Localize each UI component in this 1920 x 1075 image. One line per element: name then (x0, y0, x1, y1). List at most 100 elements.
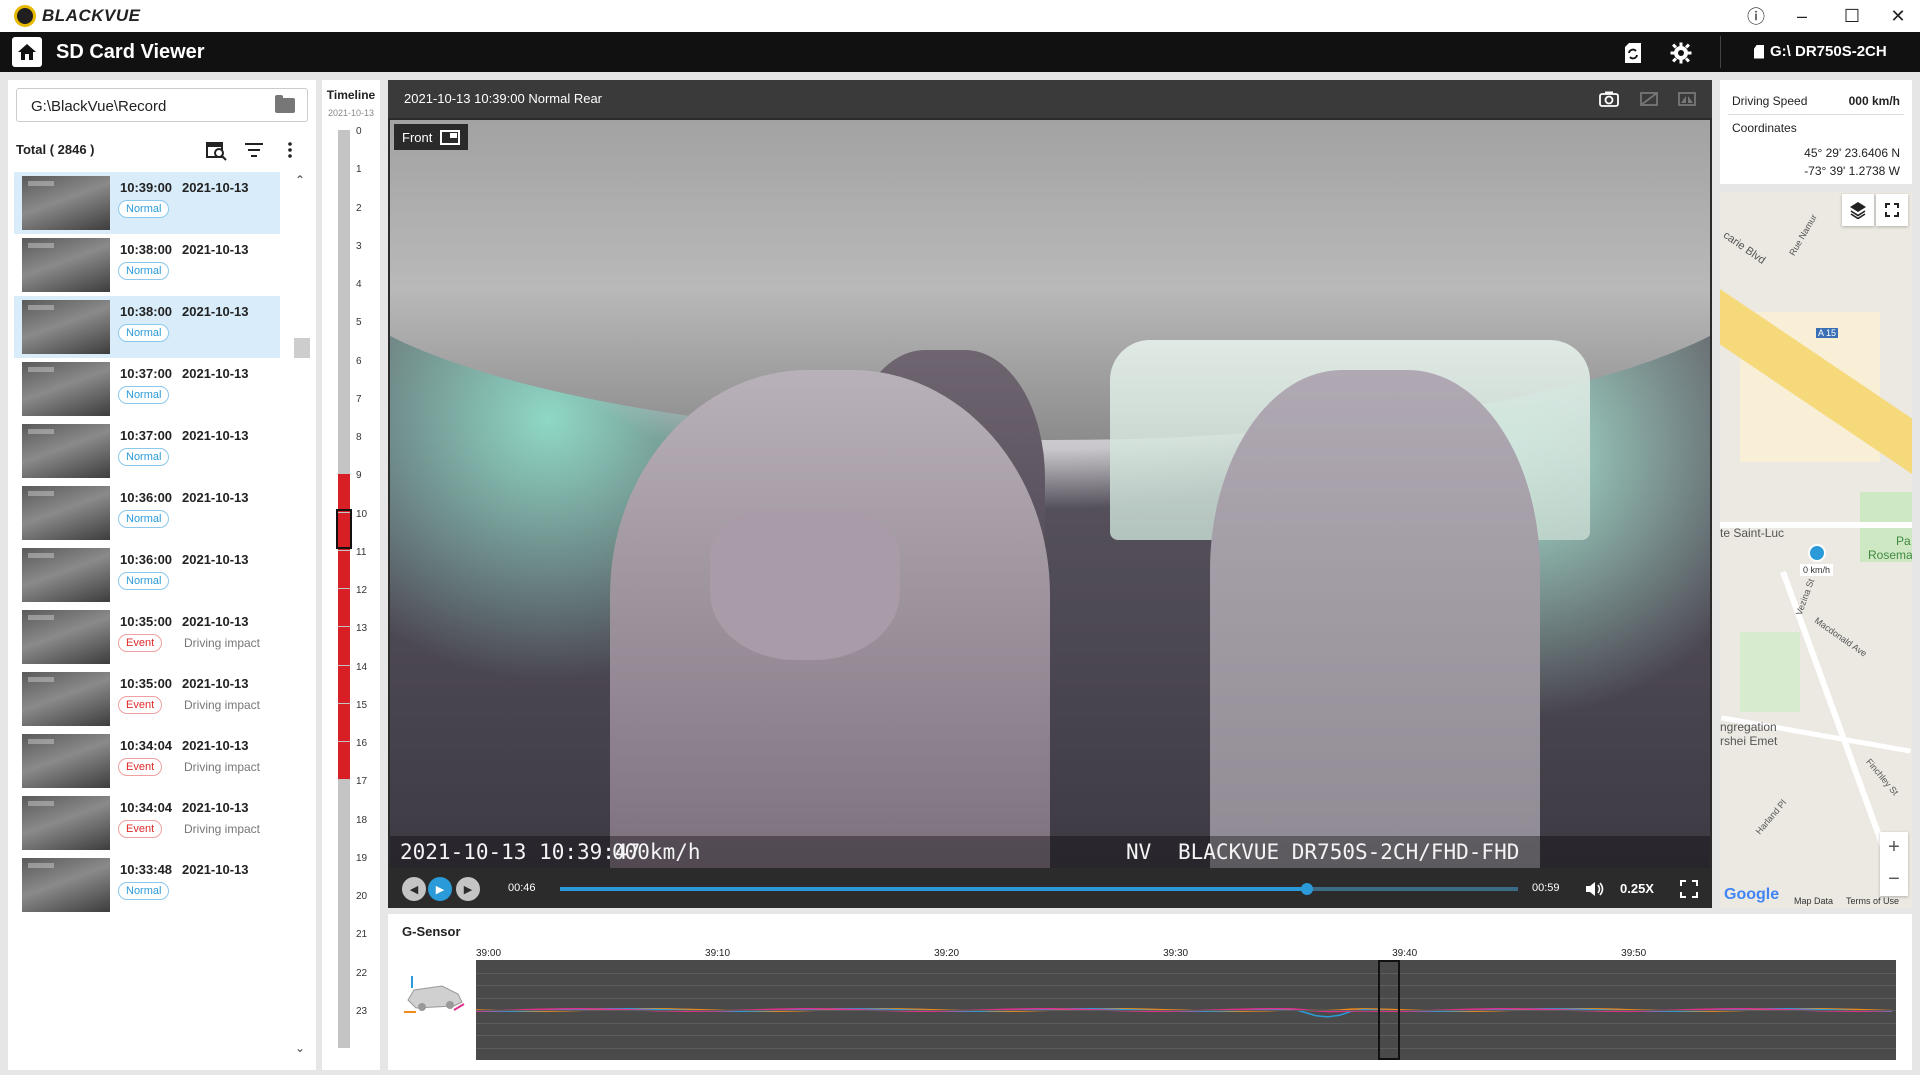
playback-speed-button[interactable]: 0.25X (1620, 881, 1654, 896)
file-type-badge: Event (118, 696, 163, 714)
sd-card-sync-button[interactable] (1620, 40, 1646, 66)
g-sensor-gridline (476, 1035, 1896, 1036)
file-list-item[interactable]: 10:36:00 2021-10-13 Normal (14, 544, 280, 606)
info-icon[interactable]: ⓘ (1736, 4, 1776, 28)
snapshot-button[interactable] (1596, 87, 1622, 111)
home-icon (18, 44, 36, 60)
minimize-button[interactable]: – (1782, 4, 1822, 28)
blackvue-logo-icon (14, 5, 36, 27)
g-sensor-tick-label: 39:00 (476, 948, 502, 959)
timeline-recorded-segment[interactable] (338, 703, 350, 741)
vehicle-location-marker[interactable] (1808, 544, 1826, 562)
scroll-thumb[interactable] (294, 338, 310, 358)
g-sensor-cursor[interactable] (1377, 960, 1400, 1060)
device-selector[interactable]: G:\ DR750S-2CH (1754, 43, 1887, 60)
timeline-hour-label: 15 (356, 699, 368, 711)
zoom-in-icon[interactable]: + (1880, 832, 1908, 864)
file-list-item[interactable]: 10:38:00 2021-10-13 Normal (14, 296, 280, 358)
filter-button[interactable] (242, 138, 266, 162)
video-scene-seat (1210, 370, 1540, 868)
map-speed-label: 0 km/h (1800, 564, 1834, 576)
g-sensor-gridline (476, 1022, 1896, 1024)
device-label: G:\ DR750S-2CH (1770, 43, 1887, 60)
file-list-scrollbar[interactable]: ⌃ ⌄ (292, 172, 310, 1062)
zoom-out-icon[interactable]: − (1880, 864, 1908, 896)
timeline-recorded-segment[interactable] (338, 627, 350, 665)
fullscreen-button[interactable] (1678, 878, 1700, 900)
folder-icon[interactable] (275, 95, 295, 113)
file-time: 10:38:00 (120, 304, 173, 319)
file-list-item[interactable]: 10:38:00 2021-10-13 Normal (14, 234, 280, 296)
file-list-item[interactable]: 10:37:00 2021-10-13 Normal (14, 420, 280, 482)
terms-of-use-link[interactable]: Terms of Use (1846, 896, 1899, 906)
map-zoom-control[interactable]: + − (1880, 832, 1908, 896)
timeline-recorded-segment[interactable] (338, 665, 350, 703)
appbar-divider (1720, 36, 1721, 68)
skip-back-icon: ◀ (409, 883, 419, 896)
close-button[interactable]: ✕ (1878, 4, 1918, 28)
timeline-hour-label: 23 (356, 1005, 368, 1017)
previous-button[interactable]: ◀ (402, 877, 426, 901)
osd-speed: 000km/h (612, 840, 701, 864)
file-list-item[interactable]: 10:34:04 2021-10-13 Event Driving impact (14, 730, 280, 792)
video-thumbnail (22, 672, 110, 726)
video-thumbnail (22, 238, 110, 292)
file-list-item[interactable]: 10:35:00 2021-10-13 Event Driving impact (14, 668, 280, 730)
video-frame[interactable]: Front 2021-10-13 10:39:47 000km/h NV BLA… (390, 120, 1710, 868)
folder-path-field[interactable]: G:\BlackVue\Record (16, 88, 308, 122)
map-fullscreen-button[interactable] (1876, 194, 1908, 226)
file-time: 10:34:04 (120, 738, 173, 753)
file-list-item[interactable]: 10:36:00 2021-10-13 Normal (14, 482, 280, 544)
file-type-badge: Event (118, 758, 163, 776)
file-date: 2021-10-13 (182, 242, 249, 257)
more-options-button[interactable] (278, 138, 302, 162)
file-list-item[interactable]: 10:33:48 2021-10-13 Normal (14, 854, 280, 916)
camera-switch-button[interactable]: Front (394, 124, 469, 150)
timeline-current-marker[interactable] (336, 508, 352, 549)
duration-time: 00:59 (1532, 882, 1560, 894)
seek-bar[interactable] (560, 883, 1518, 895)
play-icon: ▶ (435, 883, 445, 896)
seek-handle[interactable] (1301, 883, 1314, 895)
file-time: 10:36:00 (120, 552, 173, 567)
mirror-button[interactable] (1674, 87, 1700, 111)
video-thumbnail (22, 176, 110, 230)
file-date: 2021-10-13 (182, 304, 249, 319)
file-list: 10:39:00 2021-10-13 Normal 10:38:00 2021-10-… (14, 172, 284, 1062)
file-list-item[interactable]: 10:39:00 2021-10-13 Normal (14, 172, 280, 234)
timeline-recorded-segment[interactable] (338, 742, 350, 780)
rotate-button[interactable] (1636, 87, 1662, 111)
latitude-value: 45° 29' 23.6406 N (1804, 146, 1900, 160)
file-list-item[interactable]: 10:35:00 2021-10-13 Event Driving impact (14, 606, 280, 668)
timeline-recorded-segment[interactable] (338, 550, 350, 588)
scroll-down-icon[interactable]: ⌄ (292, 1040, 308, 1056)
app-bar: SD Card Viewer G:\ DR750S-2CH (0, 32, 1920, 72)
g-sensor-chart[interactable] (476, 960, 1896, 1060)
map-layers-button[interactable] (1842, 194, 1874, 226)
sd-card-icon (1754, 44, 1764, 59)
map-data-link[interactable]: Map Data (1794, 896, 1833, 906)
more-vertical-icon (288, 142, 292, 158)
event-description: Driving impact (184, 822, 261, 836)
map-view[interactable]: carie Blvd Rue Namur A 15 te Saint-Luc P… (1720, 192, 1912, 908)
next-button[interactable]: ▶ (456, 877, 480, 901)
home-button[interactable] (12, 37, 42, 67)
volume-button[interactable] (1583, 878, 1607, 900)
video-thumbnail (22, 796, 110, 850)
timeline-hour-label: 12 (356, 585, 368, 596)
video-title: 2021-10-13 10:39:00 Normal Rear (404, 91, 603, 106)
sd-card-sync-icon (1625, 43, 1641, 63)
file-type-badge: Normal (118, 200, 170, 218)
expand-icon (1885, 203, 1899, 217)
timeline-recorded-segment[interactable] (338, 589, 350, 627)
maximize-button[interactable]: ☐ (1832, 4, 1872, 28)
scroll-up-icon[interactable]: ⌃ (292, 172, 308, 188)
calendar-search-button[interactable] (204, 138, 228, 162)
settings-button[interactable] (1668, 40, 1694, 66)
file-list-item[interactable]: 10:37:00 2021-10-13 Normal (14, 358, 280, 420)
map-label-highway: A 15 (1816, 328, 1839, 338)
file-list-item[interactable]: 10:34:04 2021-10-13 Event Driving impact (14, 792, 280, 854)
timeline-hour-label: 14 (356, 661, 368, 673)
play-button[interactable]: ▶ (428, 877, 452, 901)
timeline-recorded-segment[interactable] (338, 474, 350, 512)
